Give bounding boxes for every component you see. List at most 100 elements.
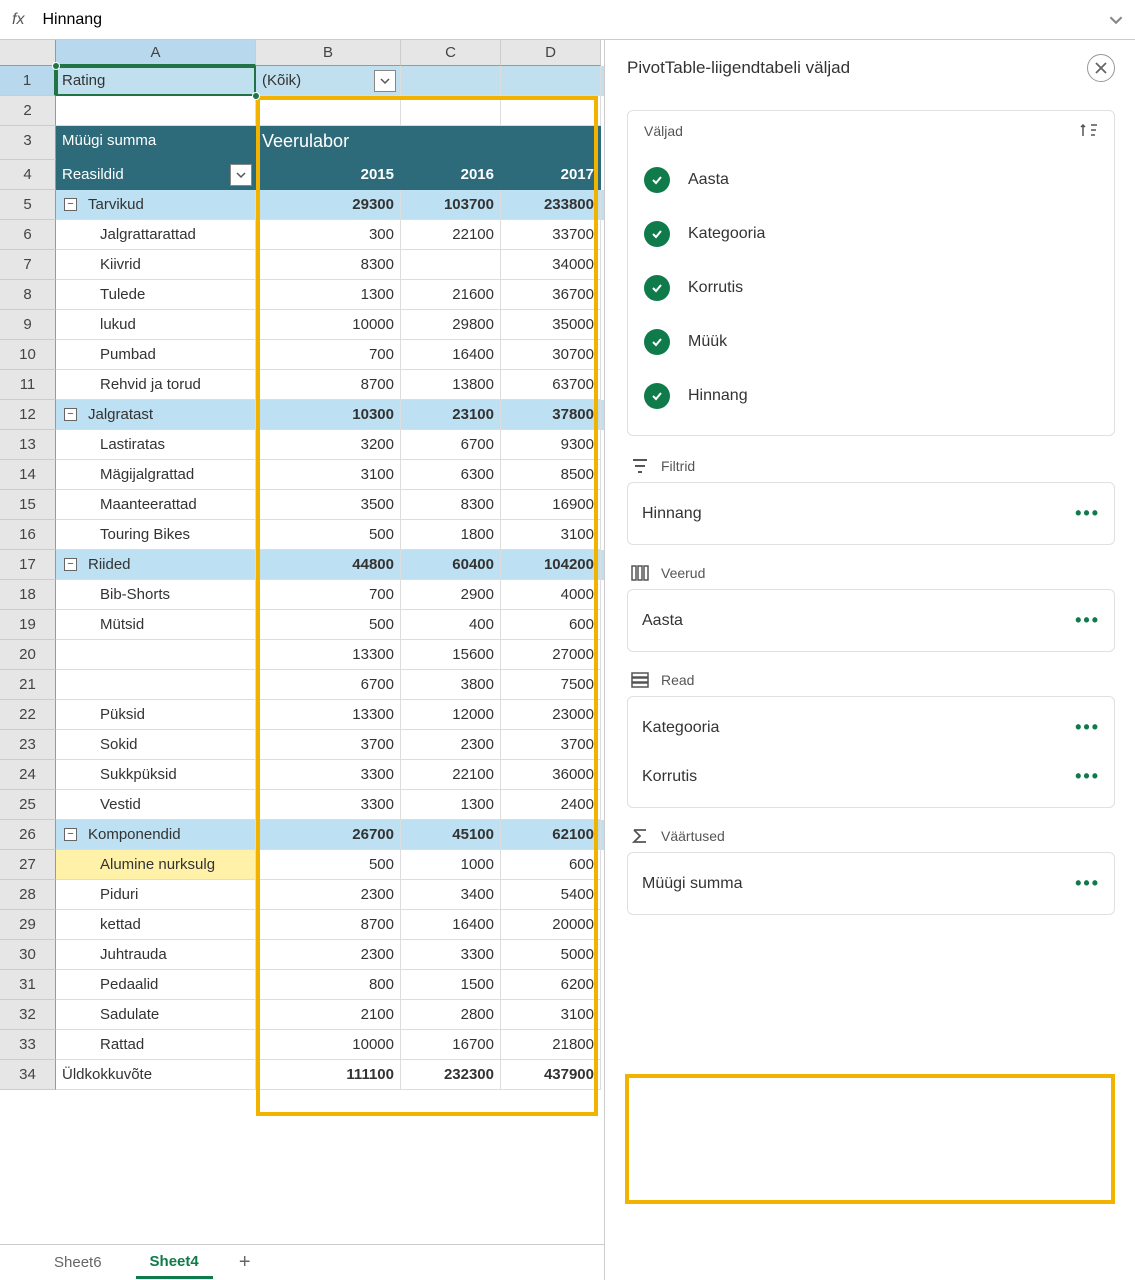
row-header[interactable]: 20 — [0, 640, 56, 670]
cell[interactable]: Lastiratas — [56, 430, 256, 460]
cell[interactable]: 6700 — [256, 670, 401, 700]
cell[interactable]: Tarvikud — [56, 190, 256, 220]
cell[interactable]: 2017 — [501, 160, 601, 190]
add-sheet-button[interactable]: + — [233, 1251, 257, 1275]
cell[interactable]: Sadulate — [56, 1000, 256, 1030]
field-item[interactable]: Korrutis — [644, 261, 1098, 315]
cell[interactable]: Müügi summa — [56, 126, 256, 160]
cell[interactable]: lukud — [56, 310, 256, 340]
select-all-corner[interactable] — [0, 40, 56, 66]
cell[interactable]: 600 — [501, 610, 601, 640]
dropzone-item[interactable]: Aasta••• — [638, 596, 1104, 645]
row-header[interactable]: 23 — [0, 730, 56, 760]
cell[interactable]: 36000 — [501, 760, 601, 790]
cell[interactable]: Püksid — [56, 700, 256, 730]
dropzone-item[interactable]: Hinnang••• — [638, 489, 1104, 538]
cell[interactable]: 16900 — [501, 490, 601, 520]
cell[interactable]: 800 — [256, 970, 401, 1000]
more-button[interactable]: ••• — [1075, 873, 1100, 894]
cell[interactable]: 45100 — [401, 820, 501, 850]
selection-handle[interactable] — [252, 92, 260, 100]
cell[interactable]: 16400 — [401, 340, 501, 370]
cell[interactable]: 300 — [256, 220, 401, 250]
cell[interactable]: 1000 — [401, 850, 501, 880]
cell[interactable]: 8700 — [256, 910, 401, 940]
cell[interactable] — [56, 670, 256, 700]
cell[interactable]: Bib-Shorts — [56, 580, 256, 610]
cell[interactable]: 700 — [256, 340, 401, 370]
cell[interactable]: 21800 — [501, 1030, 601, 1060]
cell[interactable]: 232300 — [401, 1060, 501, 1090]
cell[interactable]: 29300 — [256, 190, 401, 220]
row-header[interactable]: 16 — [0, 520, 56, 550]
cell[interactable]: 7500 — [501, 670, 601, 700]
cell[interactable]: 12000 — [401, 700, 501, 730]
cell[interactable]: 23000 — [501, 700, 601, 730]
cell[interactable]: 30700 — [501, 340, 601, 370]
cell[interactable]: 400 — [401, 610, 501, 640]
cell[interactable]: 3100 — [256, 460, 401, 490]
cell[interactable]: 8300 — [256, 250, 401, 280]
cell[interactable]: 8300 — [401, 490, 501, 520]
cell[interactable] — [501, 66, 601, 96]
cell[interactable]: Maanteerattad — [56, 490, 256, 520]
selection-handle[interactable] — [52, 62, 60, 70]
cell[interactable]: Komponendid — [56, 820, 256, 850]
cell[interactable]: 15600 — [401, 640, 501, 670]
cell[interactable]: Pedaalid — [56, 970, 256, 1000]
more-button[interactable]: ••• — [1075, 503, 1100, 524]
row-header[interactable]: 28 — [0, 880, 56, 910]
collapse-button[interactable]: − — [64, 828, 77, 841]
cell[interactable]: Rehvid ja torud — [56, 370, 256, 400]
row-header[interactable]: 4 — [0, 160, 56, 190]
cell[interactable]: 13800 — [401, 370, 501, 400]
cell[interactable]: 20000 — [501, 910, 601, 940]
cell[interactable]: 437900 — [501, 1060, 601, 1090]
sheet-tab[interactable]: Sheet6 — [40, 1248, 116, 1277]
cell[interactable]: Mägijalgrattad — [56, 460, 256, 490]
sort-fields-button[interactable] — [1080, 123, 1098, 139]
row-header[interactable]: 5 — [0, 190, 56, 220]
cell[interactable]: Touring Bikes — [56, 520, 256, 550]
cell[interactable] — [401, 66, 501, 96]
cell[interactable]: 44800 — [256, 550, 401, 580]
cell[interactable]: 3100 — [501, 1000, 601, 1030]
cell[interactable]: 3300 — [401, 940, 501, 970]
cell[interactable]: Veerulabor — [256, 126, 401, 160]
cell[interactable]: 2900 — [401, 580, 501, 610]
cell[interactable]: 2800 — [401, 1000, 501, 1030]
cell[interactable]: 13300 — [256, 700, 401, 730]
cell[interactable]: 111100 — [256, 1060, 401, 1090]
cell[interactable]: 16400 — [401, 910, 501, 940]
field-item[interactable]: Hinnang — [644, 369, 1098, 423]
row-header[interactable]: 30 — [0, 940, 56, 970]
cell[interactable]: 103700 — [401, 190, 501, 220]
cell[interactable]: 8500 — [501, 460, 601, 490]
cell[interactable]: 2300 — [401, 730, 501, 760]
cell[interactable]: 36700 — [501, 280, 601, 310]
rows-dropzone[interactable]: Kategooria•••Korrutis••• — [627, 696, 1115, 808]
cell[interactable]: 2300 — [256, 880, 401, 910]
field-item[interactable]: Aasta — [644, 153, 1098, 207]
row-header[interactable]: 15 — [0, 490, 56, 520]
cell[interactable]: Riided — [56, 550, 256, 580]
row-header[interactable]: 22 — [0, 700, 56, 730]
grid[interactable]: A B C D 1Rating(Kõik)23Müügi summaVeerul… — [0, 40, 604, 1244]
cell[interactable]: 3300 — [256, 760, 401, 790]
cell[interactable]: 3500 — [256, 490, 401, 520]
cell[interactable]: Sokid — [56, 730, 256, 760]
more-button[interactable]: ••• — [1075, 610, 1100, 631]
cell[interactable]: 5400 — [501, 880, 601, 910]
cell[interactable]: 3700 — [256, 730, 401, 760]
cell[interactable]: 3100 — [501, 520, 601, 550]
cell[interactable]: Sukkpüksid — [56, 760, 256, 790]
row-header[interactable]: 3 — [0, 126, 56, 160]
values-dropzone[interactable]: Müügi summa••• — [627, 852, 1115, 915]
cell[interactable]: 1500 — [401, 970, 501, 1000]
cell[interactable]: 3400 — [401, 880, 501, 910]
cell[interactable]: 22100 — [401, 760, 501, 790]
col-header-C[interactable]: C — [401, 40, 501, 66]
cell[interactable]: kettad — [56, 910, 256, 940]
cell[interactable]: Rattad — [56, 1030, 256, 1060]
close-pane-button[interactable] — [1087, 54, 1115, 82]
